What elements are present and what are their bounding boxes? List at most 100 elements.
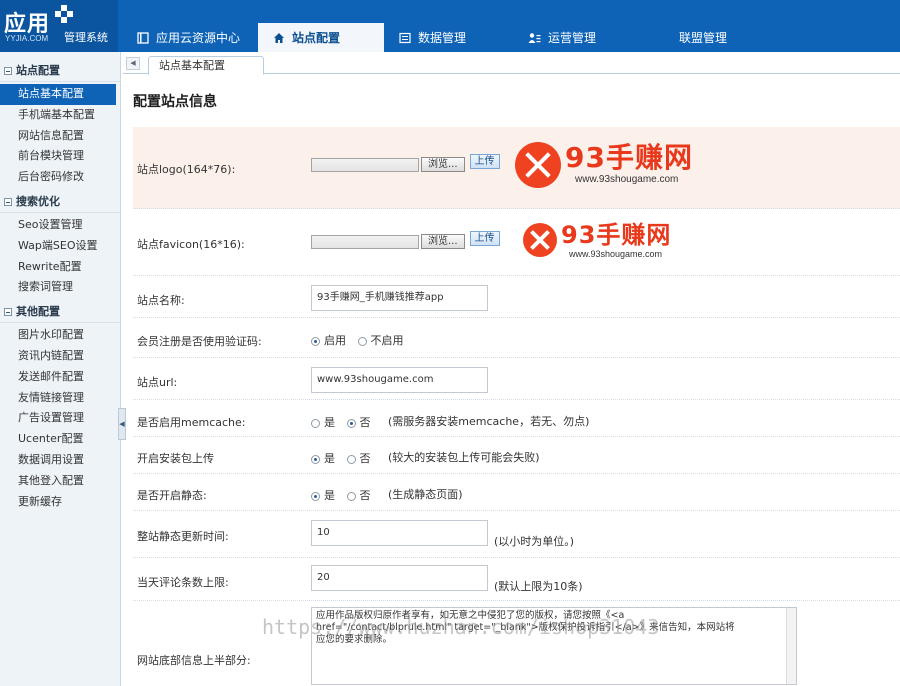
nav-data-manage[interactable]: 数据管理 [384, 23, 514, 52]
comment-limit-input[interactable]: 20 [311, 565, 488, 591]
row-site-favicon: 站点favicon(16*16): 浏览... 上传 93手赚网 www.93sh… [133, 210, 900, 276]
logo-file-field[interactable] [311, 157, 419, 172]
sidebar-item-seo[interactable]: Seo设置管理 [0, 215, 120, 236]
top-bar: 应用 YYJIA.COM 管理系统 应用云资源中心 站点配置 数据管理 运营管理… [0, 0, 900, 52]
row-static: 是否开启静态: 是 否 (生成静态页面) [133, 475, 900, 511]
nav-cloud-resource[interactable]: 应用云资源中心 [122, 23, 258, 52]
captcha-option-on[interactable]: 启用 [311, 332, 346, 348]
static-time-hint: (以小时为单位。) [494, 535, 575, 548]
sidebar-item-ads[interactable]: 广告设置管理 [0, 408, 120, 429]
logo-brand-url: www.93shougame.com [575, 174, 679, 185]
memcache-option-no[interactable]: 否 [346, 414, 371, 430]
favicon-preview: 93手赚网 www.93shougame.com [523, 223, 671, 259]
site-url-label: 站点url: [137, 376, 178, 389]
row-site-name: 站点名称: 93手赚网_手机赚钱推荐app [133, 277, 900, 318]
content-area: 配置站点信息 站点logo(164*76): 浏览... 上传 93手赚网 www… [123, 74, 900, 686]
logo-squares-icon [55, 5, 73, 23]
users-icon [528, 31, 541, 44]
nav-label: 数据管理 [418, 31, 467, 45]
sidebar-item-admin-password[interactable]: 后台密码修改 [0, 167, 120, 188]
static-time-label: 整站静态更新时间: [137, 530, 229, 543]
radio-unchecked-icon [346, 454, 356, 464]
favicon-file-field[interactable] [311, 234, 419, 249]
system-title: 管理系统 [64, 31, 108, 44]
collapse-icon [4, 308, 12, 317]
nav-operation[interactable]: 运营管理 [514, 23, 647, 52]
tab-site-basic[interactable]: 站点基本配置 [148, 56, 264, 75]
sidebar-item-site-basic[interactable]: 站点基本配置 [0, 84, 116, 105]
sidebar-item-mail[interactable]: 发送邮件配置 [0, 367, 120, 388]
sidebar-group-other-config[interactable]: 其他配置 [0, 301, 120, 324]
static-option-yes[interactable]: 是 [311, 487, 335, 503]
site-name-input[interactable]: 93手赚网_手机赚钱推荐app [311, 285, 488, 311]
sidebar-item-wap-seo[interactable]: Wap端SEO设置 [0, 236, 120, 257]
captcha-label: 会员注册是否使用验证码: [137, 335, 262, 348]
tab-back-icon[interactable]: ◀ [126, 57, 140, 70]
package-upload-label: 开启安装包上传 [137, 452, 214, 465]
favicon-browse-button[interactable]: 浏览... [421, 234, 465, 249]
collapse-icon [4, 67, 12, 75]
static-label: 是否开启静态: [137, 489, 207, 502]
row-captcha: 会员注册是否使用验证码: 启用 不启用 [133, 319, 900, 358]
home-icon [272, 31, 285, 44]
sidebar-group-search-optimize[interactable]: 搜索优化 [0, 191, 120, 213]
tab-strip: ◀ 站点基本配置 [123, 52, 900, 75]
sidebar-item-update-cache[interactable]: 更新缓存 [0, 492, 120, 513]
row-site-logo: 站点logo(164*76): 浏览... 上传 93手赚网 www.93shou… [133, 127, 900, 209]
sidebar-item-watermark[interactable]: 图片水印配置 [0, 325, 120, 346]
site-url-input[interactable]: www.93shougame.com [311, 367, 488, 393]
collapse-icon [4, 197, 12, 206]
favicon-brand-url: www.93shougame.com [569, 249, 663, 259]
row-memcache: 是否启用memcache: 是 否 (需服务器安装memcache，若无、勿点) [133, 401, 900, 437]
sidebar-item-rewrite[interactable]: Rewrite配置 [0, 257, 120, 278]
package-upload-hint: (较大的安装包上传可能会失败) [388, 451, 540, 464]
sidebar-item-search-words[interactable]: 搜索词管理 [0, 277, 120, 298]
brand-logo-icon [515, 142, 561, 188]
footer-top-label: 网站底部信息上半部分: [137, 654, 251, 667]
nav-label: 运营管理 [548, 31, 597, 45]
row-static-time: 整站静态更新时间: 10 (以小时为单位。) [133, 512, 900, 558]
sidebar-group-site-config[interactable]: 站点配置 [0, 60, 120, 82]
row-comment-limit: 当天评论条数上限: 20 (默认上限为10条) [133, 559, 900, 601]
main-nav: 应用云资源中心 站点配置 数据管理 运营管理 联盟管理 [122, 23, 767, 52]
memcache-label: 是否启用memcache: [137, 416, 246, 429]
radio-checked-icon [311, 454, 320, 464]
favicon-upload-button[interactable]: 上传 [469, 231, 500, 246]
static-hint: (生成静态页面) [388, 488, 463, 501]
sidebar-item-front-modules[interactable]: 前台模块管理 [0, 146, 120, 167]
package-upload-option-yes[interactable]: 是 [311, 450, 335, 466]
comment-limit-label: 当天评论条数上限: [137, 576, 229, 589]
radio-checked-icon [311, 336, 320, 346]
site-name-label: 站点名称: [137, 294, 185, 307]
sidebar: 站点配置 站点基本配置 手机端基本配置 网站信息配置 前台模块管理 后台密码修改… [0, 52, 121, 686]
logo: 应用 YYJIA.COM 管理系统 [0, 0, 118, 52]
sidebar-item-inner-links[interactable]: 资讯内链配置 [0, 346, 120, 367]
sidebar-item-ucenter[interactable]: Ucenter配置 [0, 429, 120, 450]
static-option-no[interactable]: 否 [346, 487, 371, 503]
logo-upload-button[interactable]: 上传 [469, 154, 500, 169]
textarea-scrollbar[interactable] [786, 608, 796, 684]
sidebar-item-friend-links[interactable]: 友情链接管理 [0, 388, 120, 409]
book-icon [136, 31, 149, 44]
sidebar-item-data-call[interactable]: 数据调用设置 [0, 450, 120, 471]
sidebar-item-other-login[interactable]: 其他登入配置 [0, 471, 120, 492]
sidebar-item-site-info[interactable]: 网站信息配置 [0, 126, 120, 147]
static-time-input[interactable]: 10 [311, 520, 488, 546]
list-icon [398, 31, 411, 44]
watermark-text: https://www.huzhan.com/ishop31043 [262, 615, 660, 639]
row-site-url: 站点url: www.93shougame.com [133, 359, 900, 400]
captcha-option-off[interactable]: 不启用 [357, 332, 404, 348]
favicon-label: 站点favicon(16*16): [137, 238, 245, 251]
package-upload-option-no[interactable]: 否 [346, 450, 371, 466]
memcache-option-yes[interactable]: 是 [311, 414, 335, 430]
brand-logo-icon [523, 223, 557, 257]
sidebar-item-mobile-basic[interactable]: 手机端基本配置 [0, 105, 120, 126]
logo-preview: 93手赚网 www.93shougame.com [515, 142, 693, 188]
nav-label: 应用云资源中心 [156, 31, 241, 45]
radio-unchecked-icon [311, 418, 320, 428]
radio-unchecked-icon [346, 491, 356, 501]
radio-checked-icon [346, 418, 356, 428]
logo-browse-button[interactable]: 浏览... [421, 157, 465, 172]
nav-site-config[interactable]: 站点配置 [258, 23, 384, 52]
nav-alliance[interactable]: 联盟管理 [647, 23, 767, 52]
